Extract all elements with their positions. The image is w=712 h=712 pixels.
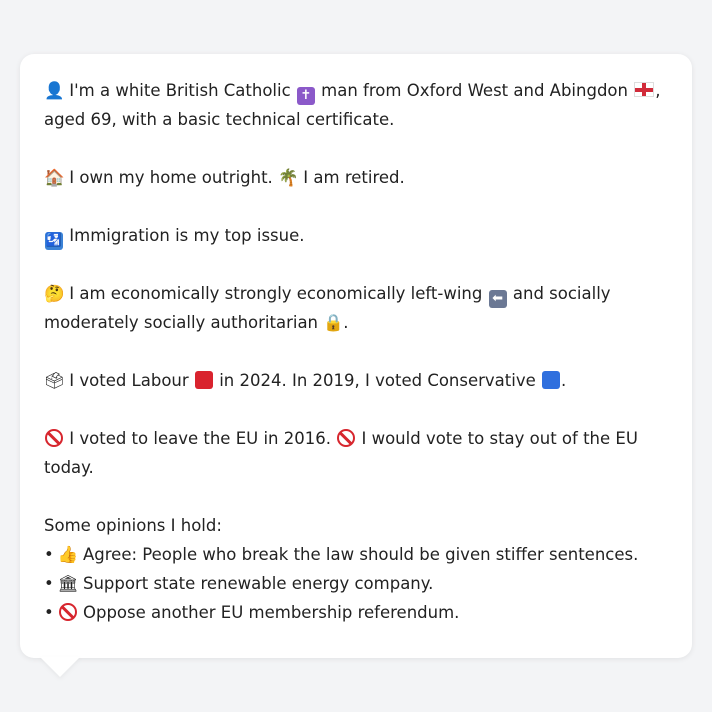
home-text: I own my home outright. xyxy=(69,168,273,187)
bullet: • xyxy=(44,574,54,593)
opinion-item: Oppose another EU membership referendum. xyxy=(82,603,460,622)
england-flag-icon xyxy=(634,82,655,97)
opinions-heading: Some opinions I hold: xyxy=(44,516,222,535)
house-icon: 🏠 xyxy=(44,168,65,187)
left-arrow-icon: ⬅ xyxy=(488,290,507,308)
conservative-blue-square-icon xyxy=(542,371,561,389)
lock-icon: 🔒 xyxy=(323,313,344,332)
vote-paragraph: 🗳 I voted Labour in 2024. In 2019, I vot… xyxy=(44,366,668,395)
home-paragraph: 🏠 I own my home outright. 🌴 I am retired… xyxy=(44,163,668,192)
classical-building-icon: 🏛 xyxy=(57,574,79,593)
opinions-section: Some opinions I hold: • 👍 Agree: People w… xyxy=(44,511,668,627)
palm-tree-icon: 🌴 xyxy=(278,168,299,187)
passport-control-icon: 🛂 xyxy=(45,232,63,250)
persona-message-bubble: 👤 I'm a white British Catholic ✝ man fro… xyxy=(20,54,692,658)
prohibited-icon xyxy=(45,429,63,447)
opinion-item: Agree: People who break the law should b… xyxy=(82,545,639,564)
bubble-tail xyxy=(40,657,80,677)
issue-paragraph: 🛂 Immigration is my top issue. xyxy=(44,221,668,250)
eu-2016-text: I voted to leave the EU in 2016. xyxy=(69,429,331,448)
eu-paragraph: I voted to leave the EU in 2016. I would… xyxy=(44,424,668,482)
ballot-box-icon: 🗳 xyxy=(44,371,65,390)
ideology-paragraph: 🤔 I am economically strongly economicall… xyxy=(44,279,668,337)
vote-end: . xyxy=(561,371,567,390)
intro-mid-text: man from Oxford West and Abingdon xyxy=(321,81,628,100)
vote-2019-text: in 2024. In 2019, I voted Conservative xyxy=(219,371,536,390)
thumbs-up-icon: 👍 xyxy=(57,545,79,564)
vote-2024-text: I voted Labour xyxy=(69,371,189,390)
cross-icon: ✝ xyxy=(296,87,315,105)
labour-red-square-icon xyxy=(194,371,213,389)
retired-text: I am retired. xyxy=(303,168,405,187)
person-icon: 👤 xyxy=(44,81,65,100)
opinion-item: Support state renewable energy company. xyxy=(82,574,434,593)
top-issue-text: Immigration is my top issue. xyxy=(69,226,305,245)
prohibited-icon xyxy=(58,603,77,621)
bullet: • xyxy=(44,545,54,564)
ideology-end: . xyxy=(343,313,349,332)
prohibited-icon xyxy=(337,429,356,447)
bullet: • xyxy=(44,603,54,622)
intro-text: I'm a white British Catholic xyxy=(69,81,291,100)
intro-paragraph: 👤 I'm a white British Catholic ✝ man fro… xyxy=(44,76,668,134)
economic-text: I am economically strongly economically … xyxy=(69,284,483,303)
thinking-face-icon: 🤔 xyxy=(44,284,65,303)
